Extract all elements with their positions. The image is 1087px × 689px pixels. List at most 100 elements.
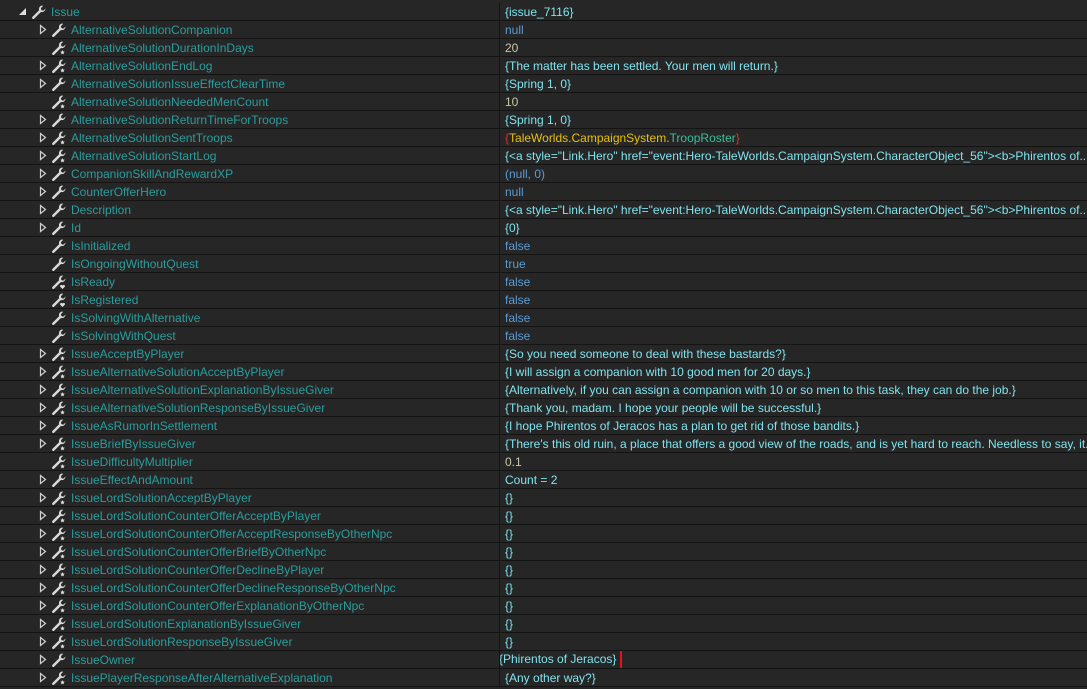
watch-row[interactable]: IssueBriefByIssueGiver {There's this old … <box>0 435 1087 453</box>
watch-row[interactable]: IsRegistered false <box>0 291 1087 309</box>
value-cell[interactable]: {} <box>500 615 1087 632</box>
expand-arrow-icon[interactable] <box>38 60 48 71</box>
value-cell[interactable]: (null, 0) <box>500 165 1087 182</box>
value-cell[interactable]: Count = 2 <box>500 471 1087 488</box>
watch-row[interactable]: IssueLordSolutionCounterOfferAcceptByPla… <box>0 507 1087 525</box>
watch-row[interactable]: IssueOwner {Phirentos of Jeracos} <box>0 651 1087 669</box>
watch-row[interactable]: IsOngoingWithoutQuest true <box>0 255 1087 273</box>
watch-row[interactable]: IssueAsRumorInSettlement {I hope Phirento… <box>0 417 1087 435</box>
value-cell[interactable]: false <box>500 273 1087 290</box>
value-cell[interactable]: 20 <box>500 39 1087 56</box>
watch-row[interactable]: IssueLordSolutionCounterOfferDeclineResp… <box>0 579 1087 597</box>
watch-row[interactable]: IssueAlternativeSolutionResponseByIssueG… <box>0 399 1087 417</box>
watch-row[interactable]: AlternativeSolutionDurationInDays 20 <box>0 39 1087 57</box>
value-cell[interactable]: {The matter has been settled. Your men w… <box>500 57 1087 74</box>
expand-arrow-icon[interactable] <box>38 474 48 485</box>
value-cell[interactable]: {Thank you, madam. I hope your people wi… <box>500 399 1087 416</box>
watch-row[interactable]: AlternativeSolutionEndLog {The matter has… <box>0 57 1087 75</box>
expanded-arrow-icon[interactable] <box>18 6 28 17</box>
value-cell[interactable]: {<a style="Link.Hero" href="event:Hero-T… <box>500 147 1087 164</box>
expand-arrow-icon[interactable] <box>38 672 48 683</box>
expand-arrow-icon[interactable] <box>38 438 48 449</box>
watch-row[interactable]: Issue {issue_7116} <box>0 3 1087 21</box>
value-cell[interactable]: {} <box>500 525 1087 542</box>
expand-arrow-icon[interactable] <box>38 348 48 359</box>
value-cell[interactable]: 0.1 <box>500 453 1087 470</box>
value-cell[interactable]: {0} <box>500 219 1087 236</box>
value-cell[interactable]: {} <box>500 507 1087 524</box>
value-cell[interactable]: {I hope Phirentos of Jeracos has a plan … <box>500 417 1087 434</box>
expand-arrow-icon[interactable] <box>38 618 48 629</box>
expand-arrow-icon[interactable] <box>38 114 48 125</box>
expand-arrow-icon[interactable] <box>38 420 48 431</box>
value-cell[interactable]: {} <box>500 561 1087 578</box>
watch-row[interactable]: IssueLordSolutionExplanationByIssueGiver… <box>0 615 1087 633</box>
value-cell[interactable]: 10 <box>500 93 1087 110</box>
expand-arrow-icon[interactable] <box>38 132 48 143</box>
watch-row[interactable]: AlternativeSolutionReturnTimeForTroops {S… <box>0 111 1087 129</box>
expand-arrow-icon[interactable] <box>38 528 48 539</box>
value-cell[interactable]: {} <box>500 579 1087 596</box>
watch-row[interactable]: IssueAlternativeSolutionExplanationByIss… <box>0 381 1087 399</box>
value-cell[interactable]: {I will assign a companion with 10 good … <box>500 363 1087 380</box>
value-cell[interactable]: {TaleWorlds.CampaignSystem.TroopRoster} <box>500 129 1087 146</box>
expand-arrow-icon[interactable] <box>38 222 48 233</box>
watch-row[interactable]: AlternativeSolutionIssueEffectClearTime {… <box>0 75 1087 93</box>
expand-arrow-icon[interactable] <box>38 366 48 377</box>
expand-arrow-icon[interactable] <box>38 186 48 197</box>
value-cell[interactable]: {issue_7116} <box>500 3 1087 20</box>
value-cell[interactable]: {There's this old ruin, a place that off… <box>500 435 1087 452</box>
value-cell[interactable]: {Spring 1, 0} <box>500 75 1087 92</box>
expand-arrow-icon[interactable] <box>38 636 48 647</box>
value-cell[interactable]: {Phirentos of Jeracos} <box>500 651 1087 668</box>
watch-row[interactable]: AlternativeSolutionSentTroops {TaleWorlds… <box>0 129 1087 147</box>
value-cell[interactable]: {} <box>500 633 1087 650</box>
value-cell[interactable]: {Spring 1, 0} <box>500 111 1087 128</box>
watch-row[interactable]: Description {<a style="Link.Hero" href="e… <box>0 201 1087 219</box>
expand-arrow-icon[interactable] <box>38 546 48 557</box>
watch-row[interactable]: IssuePlayerResponseAfterAlternativeExpla… <box>0 669 1087 687</box>
value-cell[interactable]: false <box>500 237 1087 254</box>
expand-arrow-icon[interactable] <box>38 654 48 665</box>
expand-arrow-icon[interactable] <box>38 510 48 521</box>
value-cell[interactable]: {} <box>500 489 1087 506</box>
expand-arrow-icon[interactable] <box>38 204 48 215</box>
value-cell[interactable]: {Alternatively, if you can assign a comp… <box>500 381 1087 398</box>
value-cell[interactable]: true <box>500 255 1087 272</box>
value-cell[interactable]: false <box>500 309 1087 326</box>
expand-arrow-icon[interactable] <box>38 24 48 35</box>
watch-row[interactable]: IssueDifficultyMultiplier 0.1 <box>0 453 1087 471</box>
expand-arrow-icon[interactable] <box>38 402 48 413</box>
watch-row[interactable]: AlternativeSolutionCompanion null <box>0 21 1087 39</box>
value-cell[interactable]: null <box>500 183 1087 200</box>
expand-arrow-icon[interactable] <box>38 168 48 179</box>
watch-row[interactable]: IssueAlternativeSolutionAcceptByPlayer {I… <box>0 363 1087 381</box>
expand-arrow-icon[interactable] <box>38 582 48 593</box>
value-cell[interactable]: {So you need someone to deal with these … <box>500 345 1087 362</box>
watch-row[interactable]: IssueAcceptByPlayer {So you need someone … <box>0 345 1087 363</box>
watch-row[interactable]: CounterOfferHero null <box>0 183 1087 201</box>
value-cell[interactable]: {Any other way?} <box>500 669 1087 686</box>
value-cell[interactable]: {} <box>500 543 1087 560</box>
expand-arrow-icon[interactable] <box>38 564 48 575</box>
watch-row[interactable]: IssueLordSolutionResponseByIssueGiver {} <box>0 633 1087 651</box>
watch-row[interactable]: IsReady false <box>0 273 1087 291</box>
watch-row[interactable]: AlternativeSolutionNeededMenCount 10 <box>0 93 1087 111</box>
expand-arrow-icon[interactable] <box>38 492 48 503</box>
value-cell[interactable]: {} <box>500 597 1087 614</box>
watch-row[interactable]: AlternativeSolutionStartLog {<a style="Li… <box>0 147 1087 165</box>
expand-arrow-icon[interactable] <box>38 78 48 89</box>
watch-row[interactable]: CompanionSkillAndRewardXP (null, 0) <box>0 165 1087 183</box>
watch-row[interactable]: IsInitialized false <box>0 237 1087 255</box>
watch-row[interactable]: IssueLordSolutionCounterOfferExplanation… <box>0 597 1087 615</box>
expand-arrow-icon[interactable] <box>38 150 48 161</box>
value-cell[interactable]: {<a style="Link.Hero" href="event:Hero-T… <box>500 201 1087 218</box>
value-cell[interactable]: false <box>500 291 1087 308</box>
watch-row[interactable]: IssueLordSolutionCounterOfferBriefByOthe… <box>0 543 1087 561</box>
watch-row[interactable]: IsSolvingWithAlternative false <box>0 309 1087 327</box>
expand-arrow-icon[interactable] <box>38 600 48 611</box>
expand-arrow-icon[interactable] <box>38 384 48 395</box>
watch-row[interactable]: IssueLordSolutionAcceptByPlayer {} <box>0 489 1087 507</box>
watch-row[interactable]: Id {0} <box>0 219 1087 237</box>
watch-row[interactable]: IsSolvingWithQuest false <box>0 327 1087 345</box>
